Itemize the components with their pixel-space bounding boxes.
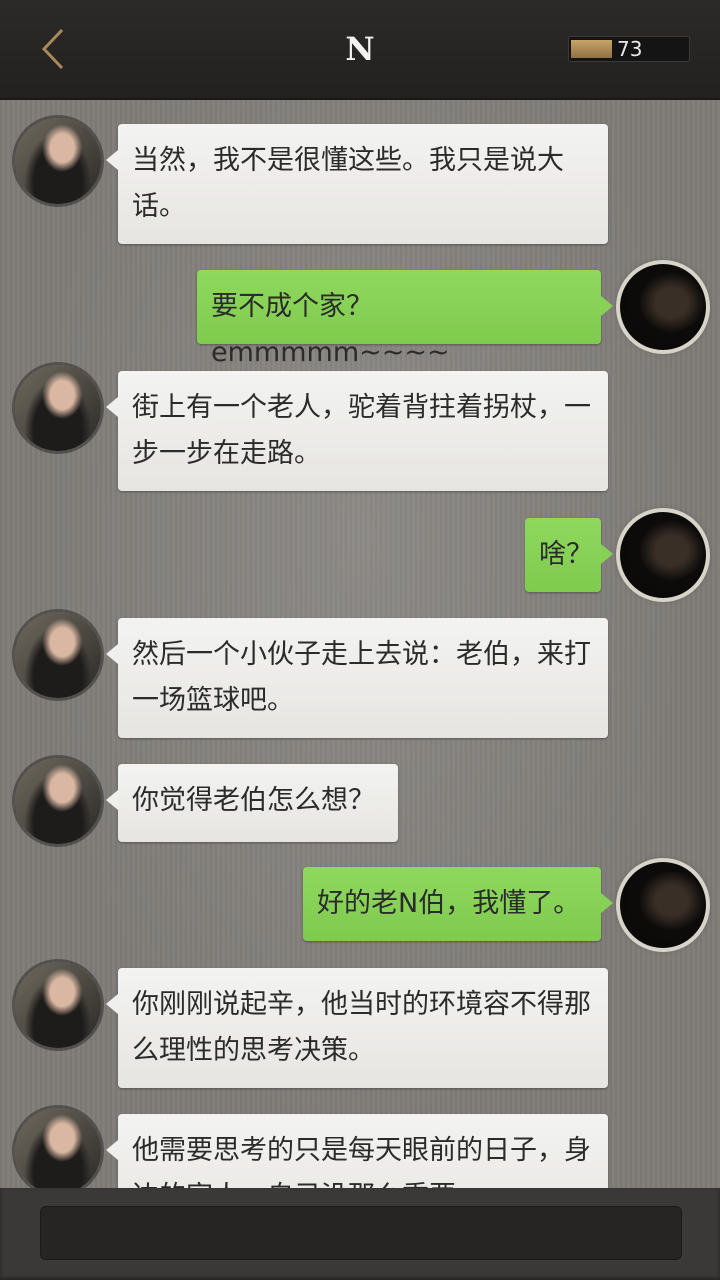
incoming-message: 当然，我不是很懂这些。我只是说大话。 (106, 124, 608, 244)
incoming-message: 他需要思考的只是每天眼前的日子，身边的家人，自己没那么重要。 (106, 1114, 608, 1188)
bottom-bar (0, 1188, 720, 1280)
energy-meter: 73 (568, 36, 690, 62)
message-text: 要不成个家？emmmmm~~~~ (211, 291, 450, 368)
user-avatar[interactable] (620, 512, 706, 598)
message-text: 啥？ (539, 539, 593, 570)
message-text: 好的老N伯，我懂了。 (317, 888, 581, 919)
contact-avatar[interactable] (15, 365, 101, 451)
energy-value: 73 (617, 37, 643, 61)
contact-avatar[interactable] (15, 962, 101, 1048)
outgoing-message: 要不成个家？emmmmm~~~~ (197, 270, 613, 368)
message-text: 街上有一个老人，驼着背拄着拐杖，一步一步在走路。 (132, 392, 591, 469)
contact-avatar[interactable] (15, 1108, 101, 1188)
chat-area[interactable]: 当然，我不是很懂这些。我只是说大话。 要不成个家？emmmmm~~~~ 街上有一… (0, 100, 720, 1188)
outgoing-message: 好的老N伯，我懂了。 (303, 867, 613, 941)
user-avatar[interactable] (620, 862, 706, 948)
energy-bar-fill (571, 40, 612, 58)
top-bar: N 73 (0, 0, 720, 100)
reply-input-bar[interactable] (40, 1206, 682, 1260)
contact-avatar[interactable] (15, 758, 101, 844)
incoming-message: 街上有一个老人，驼着背拄着拐杖，一步一步在走路。 (106, 371, 608, 491)
contact-avatar[interactable] (15, 612, 101, 698)
message-text: 他需要思考的只是每天眼前的日子，身边的家人，自己没那么重要。 (132, 1135, 591, 1188)
incoming-message: 你刚刚说起辛，他当时的环境容不得那么理性的思考决策。 (106, 968, 608, 1088)
message-text: 然后一个小伙子走上去说：老伯，来打一场篮球吧。 (132, 639, 591, 716)
incoming-message: 然后一个小伙子走上去说：老伯，来打一场篮球吧。 (106, 618, 608, 738)
message-text: 你觉得老伯怎么想？ (132, 785, 375, 816)
incoming-message: 你觉得老伯怎么想？ (106, 764, 398, 842)
user-avatar[interactable] (620, 264, 706, 350)
message-text: 当然，我不是很懂这些。我只是说大话。 (132, 145, 564, 222)
outgoing-message: 啥？ (525, 518, 613, 592)
message-text: 你刚刚说起辛，他当时的环境容不得那么理性的思考决策。 (132, 989, 591, 1066)
contact-avatar[interactable] (15, 118, 101, 204)
